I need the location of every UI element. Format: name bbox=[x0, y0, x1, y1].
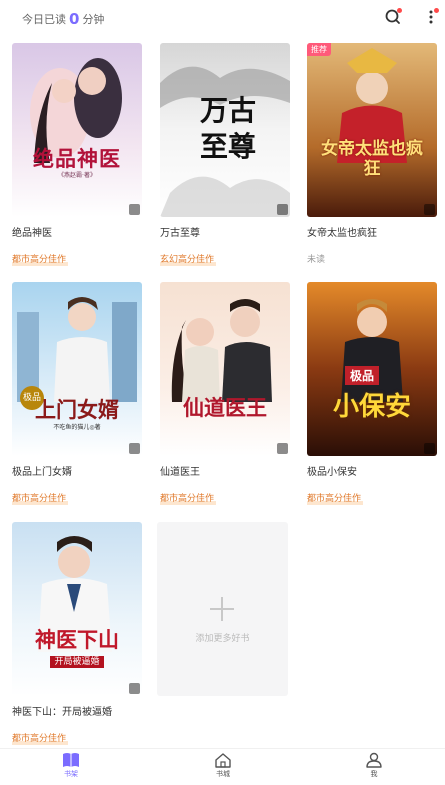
search-icon[interactable] bbox=[383, 7, 403, 27]
today-prefix: 今日已读 bbox=[22, 13, 66, 26]
today-minutes: 0 bbox=[69, 10, 80, 28]
cover-title: 万古至尊 bbox=[200, 94, 257, 163]
cover-author: 不吃鱼的猫儿◎著 bbox=[53, 424, 101, 431]
recommend-badge: 推荐 bbox=[307, 43, 331, 56]
book-title: 仙道医王 bbox=[160, 467, 200, 478]
bookshelf-icon bbox=[63, 753, 79, 767]
cover-emblem: 极品 bbox=[345, 366, 380, 385]
plus-icon bbox=[210, 597, 234, 621]
cover-subtitle-wrap: 开局被逼婚 bbox=[12, 654, 142, 668]
headphone-icon bbox=[129, 683, 140, 694]
headphone-icon bbox=[277, 204, 288, 215]
book-title: 万古至尊 bbox=[160, 228, 200, 239]
today-reading-stat: 今日已读 0 分钟 bbox=[22, 9, 105, 28]
tab-me[interactable]: 我 bbox=[344, 752, 404, 779]
cover-author: 《燕赵霸·著》 bbox=[58, 172, 96, 179]
headphone-icon bbox=[424, 443, 435, 454]
book-tag: 都市高分佳作 bbox=[12, 252, 69, 266]
book-title: 绝品神医 bbox=[12, 228, 52, 239]
book-cover[interactable]: 神医下山 开局被逼婚 bbox=[12, 522, 142, 696]
notification-dot bbox=[434, 8, 439, 13]
today-suffix: 分钟 bbox=[82, 13, 105, 26]
book-cover[interactable]: 极品 小保安 bbox=[307, 282, 437, 456]
book-cover[interactable]: 仙道医王 bbox=[160, 282, 290, 456]
book-cover[interactable]: 女帝太监也疯狂 推荐 bbox=[307, 43, 437, 217]
book-cover[interactable]: 绝品神医 《燕赵霸·著》 bbox=[12, 43, 142, 217]
top-bar: 今日已读 0 分钟 bbox=[0, 0, 445, 34]
tab-label: 我 bbox=[370, 770, 378, 778]
book-tag: 都市高分佳作 bbox=[12, 731, 69, 745]
cover-title: 神医下山 bbox=[35, 628, 119, 652]
cover-title: 绝品神医 bbox=[33, 147, 121, 171]
tab-bookshelf[interactable]: 书架 bbox=[41, 752, 101, 779]
cover-title: 仙道医王 bbox=[183, 395, 267, 420]
tab-label: 书城 bbox=[216, 770, 230, 778]
cover-title: 女帝太监也疯狂 bbox=[321, 139, 423, 179]
book-cover[interactable]: 极品 上门女婿 不吃鱼的猫儿◎著 bbox=[12, 282, 142, 456]
more-vertical-icon[interactable] bbox=[421, 7, 441, 27]
headphone-icon bbox=[129, 204, 140, 215]
book-tag: 未读 bbox=[307, 255, 326, 265]
headphone-icon bbox=[129, 443, 140, 454]
user-icon bbox=[366, 752, 382, 768]
tab-bookstore[interactable]: 书城 bbox=[193, 752, 253, 779]
book-title: 神医下山：开局被逼婚 bbox=[12, 707, 112, 718]
notification-dot bbox=[397, 8, 402, 13]
add-more-label: 添加更多好书 bbox=[195, 634, 250, 644]
book-tag: 玄幻高分佳作 bbox=[160, 252, 217, 266]
book-title: 极品小保安 bbox=[307, 467, 357, 478]
book-tag: 都市高分佳作 bbox=[160, 491, 217, 505]
book-title: 女帝太监也疯狂 bbox=[307, 228, 377, 239]
book-cover[interactable]: 万古至尊 bbox=[160, 43, 290, 217]
cover-title: 上门女婿 bbox=[35, 398, 119, 422]
cover-title: 小保安 bbox=[332, 392, 411, 422]
book-title: 极品上门女婿 bbox=[12, 467, 72, 478]
cover-subtitle: 开局被逼婚 bbox=[50, 656, 104, 668]
book-tag: 都市高分佳作 bbox=[12, 491, 69, 505]
add-more-books-button[interactable]: 添加更多好书 bbox=[157, 522, 288, 696]
headphone-icon bbox=[277, 443, 288, 454]
book-tag: 都市高分佳作 bbox=[307, 491, 364, 505]
bottom-tab-bar: 书架 书城 我 bbox=[0, 748, 445, 785]
headphone-icon bbox=[424, 204, 435, 215]
home-icon bbox=[215, 753, 231, 768]
tab-label: 书架 bbox=[64, 770, 78, 778]
